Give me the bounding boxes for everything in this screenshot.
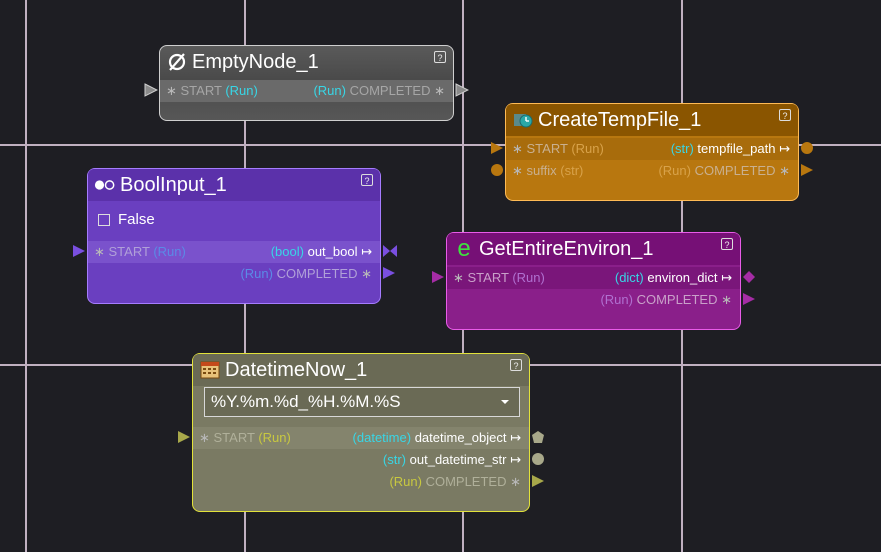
help-button[interactable]: ? xyxy=(434,51,446,63)
node-title: BoolInput_1 xyxy=(120,173,227,196)
port-row-run: ∗ START (Run) (Run) COMPLETED ∗ xyxy=(166,83,445,98)
node-create-temp-file[interactable]: CreateTempFile_1 ? ∗ START (Run) (str) t… xyxy=(491,103,813,201)
format-select-value: %Y.%m.%d_%H.%M.%S xyxy=(211,392,401,411)
port-row-completed: (Run) COMPLETED ∗ xyxy=(240,266,372,281)
node-header[interactable]: DatetimeNow_1 xyxy=(193,354,529,386)
port-row-start: ∗ START (Run) (datetime) datetime_object… xyxy=(199,430,521,445)
node-title: CreateTempFile_1 xyxy=(538,108,702,131)
input-port-suffix[interactable] xyxy=(490,163,504,177)
node-header[interactable]: CreateTempFile_1 xyxy=(506,104,798,136)
port-row-suffix: ∗ suffix (str) (Run) COMPLETED ∗ xyxy=(512,163,790,178)
output-port-completed[interactable] xyxy=(531,474,545,488)
node-empty[interactable]: EmptyNode_1 ? ∗ START (Run) (Run) COMPLE… xyxy=(144,45,469,121)
empty-set-icon xyxy=(166,51,188,73)
checkbox-label: False xyxy=(118,211,155,228)
port-row-completed: (Run) COMPLETED ∗ xyxy=(389,474,521,489)
node-get-entire-environ[interactable]: e GetEntireEnviron_1 ? ∗ START (Run) (di… xyxy=(432,232,755,330)
port-row-start: ∗ START (Run) (str) tempfile_path ↦ xyxy=(512,141,790,156)
output-port-completed[interactable] xyxy=(742,292,756,306)
chevron-down-icon xyxy=(501,400,509,404)
node-header[interactable]: e GetEntireEnviron_1 xyxy=(447,233,740,265)
node-title: EmptyNode_1 xyxy=(192,50,319,73)
help-button[interactable]: ? xyxy=(510,359,522,371)
help-button[interactable]: ? xyxy=(779,109,791,121)
output-port-completed[interactable] xyxy=(800,163,814,177)
node-datetime-now[interactable]: DatetimeNow_1 ? %Y.%m.%d_%H.%M.%S ∗ STAR… xyxy=(178,353,544,512)
node-title: GetEntireEnviron_1 xyxy=(479,237,654,260)
output-port-out-bool[interactable] xyxy=(382,244,398,258)
port-row-completed: (Run) COMPLETED ∗ xyxy=(600,292,732,307)
node-header[interactable]: EmptyNode_1 xyxy=(160,46,453,78)
port-row-datetime-str: (str) out_datetime_str ↦ xyxy=(382,452,521,467)
help-button[interactable]: ? xyxy=(721,238,733,250)
input-port-start[interactable] xyxy=(144,83,158,97)
toggle-icon xyxy=(94,174,116,196)
output-port-datetime-object[interactable] xyxy=(531,430,545,444)
help-button[interactable]: ? xyxy=(361,174,373,186)
node-header[interactable]: BoolInput_1 xyxy=(88,169,380,201)
input-port-start[interactable] xyxy=(177,430,191,444)
output-port-environ-dict[interactable] xyxy=(742,270,756,284)
port-row-start: ∗ START (Run) (bool) out_bool ↦ xyxy=(94,244,372,259)
output-port-completed[interactable] xyxy=(455,83,469,97)
node-title: DatetimeNow_1 xyxy=(225,358,368,381)
node-bool-input[interactable]: BoolInput_1 ? False ∗ START (Run) (bool)… xyxy=(73,168,397,304)
temp-file-icon xyxy=(512,109,534,131)
output-port-completed[interactable] xyxy=(382,266,396,280)
output-port-datetime-str[interactable] xyxy=(531,452,545,466)
output-port-tempfile-path[interactable] xyxy=(800,141,814,155)
value-checkbox[interactable]: False xyxy=(98,211,155,228)
input-port-start[interactable] xyxy=(72,244,86,258)
input-port-start[interactable] xyxy=(431,270,445,284)
input-port-start[interactable] xyxy=(490,141,504,155)
port-row-start: ∗ START (Run) (dict) environ_dict ↦ xyxy=(453,270,732,285)
format-select[interactable]: %Y.%m.%d_%H.%M.%S xyxy=(204,387,520,417)
calendar-icon xyxy=(199,359,221,381)
environ-e-icon: e xyxy=(457,235,471,262)
